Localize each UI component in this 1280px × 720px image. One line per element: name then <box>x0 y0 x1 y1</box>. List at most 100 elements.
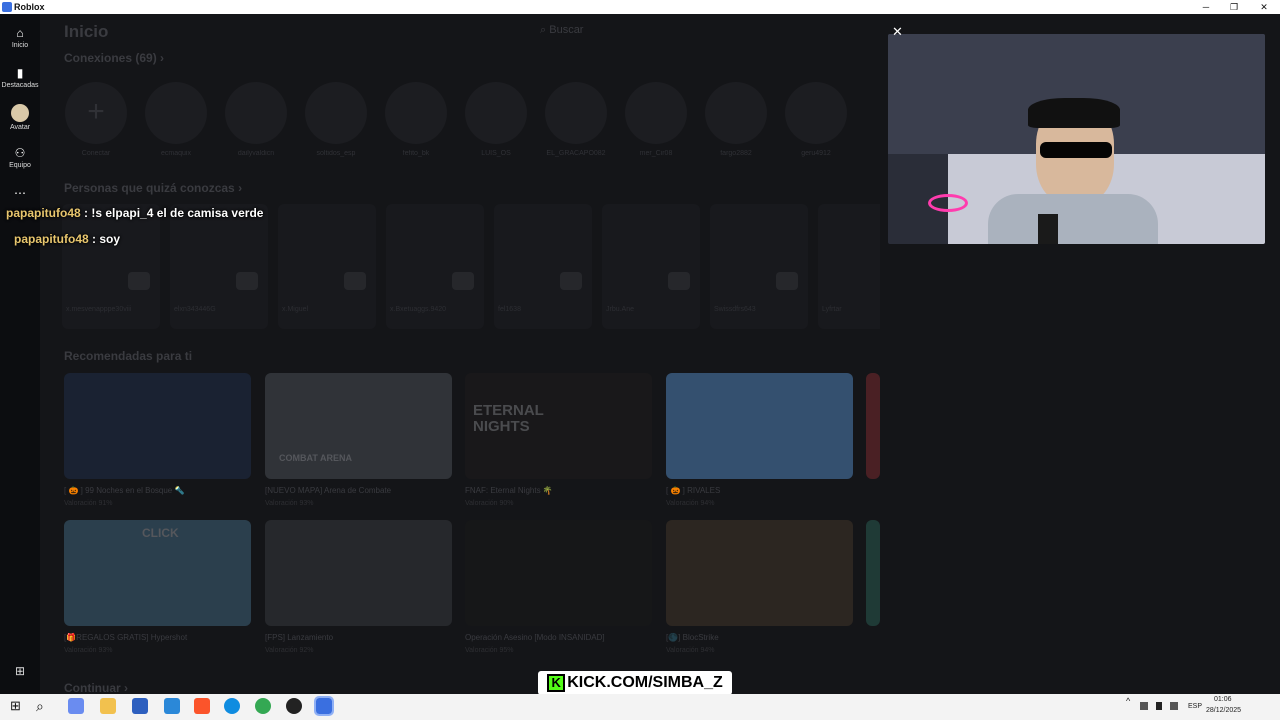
avatar <box>385 82 447 144</box>
person-card[interactable]: x.Miguel <box>278 204 376 329</box>
tray-chevron-icon[interactable]: ^ <box>1126 696 1130 706</box>
close-overlay-icon[interactable]: ✕ <box>892 24 903 40</box>
game-title[interactable]: [ 🎃 ] 99 Noches en el Bosque 🔦 <box>64 486 184 495</box>
store-icon[interactable] <box>132 698 148 714</box>
chart-icon: ▮ <box>16 66 24 80</box>
add-friend-icon[interactable] <box>452 272 474 290</box>
game-title[interactable]: [🌑] BlocStrike <box>666 633 719 642</box>
game-thumbnail[interactable] <box>64 373 251 479</box>
minimize-button[interactable]: ─ <box>1192 0 1220 14</box>
add-friend-icon[interactable] <box>236 272 258 290</box>
connection-item[interactable]: mer_Cir08 <box>624 82 688 162</box>
search-icon[interactable]: ⌕ <box>36 698 52 714</box>
edge-icon[interactable] <box>224 698 240 714</box>
game-title[interactable]: FNAF: Eternal Nights 🌴 <box>465 486 553 495</box>
sidebar: ⌂ Inicio ▮ Destacadas Avatar ⚇ Equipo ⋯ … <box>0 14 40 694</box>
game-title[interactable]: [FPS] Lanzamiento <box>265 633 333 642</box>
connections-title: Conexiones (69) <box>64 51 157 65</box>
search-icon: ⌕ <box>540 24 547 36</box>
avatar <box>225 82 287 144</box>
game-rating: Valoración 92% <box>265 647 314 654</box>
add-friend-icon[interactable] <box>128 272 150 290</box>
obs-icon[interactable] <box>286 698 302 714</box>
game-thumbnail[interactable] <box>666 373 853 479</box>
kick-logo-icon: K <box>547 673 566 692</box>
thumbnail-text: CLICK <box>142 526 179 540</box>
roblox-taskbar-icon[interactable] <box>314 696 334 716</box>
clock-time[interactable]: 01:06 <box>1214 696 1232 703</box>
person-card[interactable]: fel1638 <box>494 204 592 329</box>
continue-heading[interactable]: Continuar › <box>64 681 128 694</box>
connection-name: soltidos_esp <box>316 150 356 157</box>
game-thumbnail[interactable] <box>666 520 853 626</box>
webcam-overlay <box>888 34 1265 244</box>
language-indicator[interactable]: ESP <box>1188 703 1202 710</box>
game-thumbnail[interactable] <box>866 373 880 479</box>
person-card[interactable]: elxn343446G <box>170 204 268 329</box>
game-thumbnail[interactable] <box>866 520 880 626</box>
chevron-right-icon: › <box>160 51 165 65</box>
copilot-icon[interactable] <box>68 698 84 714</box>
person-name: elxn343446G <box>174 306 216 313</box>
person-card[interactable]: Lyfrtar <box>818 204 880 329</box>
add-friend-icon[interactable] <box>668 272 690 290</box>
network-icon[interactable] <box>1140 702 1148 710</box>
connection-item[interactable]: dailyvaldicn <box>224 82 288 162</box>
start-button[interactable]: ⊞ <box>10 698 26 714</box>
connection-name: fefito_bk <box>402 150 430 157</box>
game-thumbnail[interactable]: CLICK <box>64 520 251 626</box>
sidebar-item-destacadas[interactable]: ▮ Destacadas <box>0 60 40 98</box>
file-explorer-icon[interactable] <box>100 698 116 714</box>
windows-menu-icon[interactable]: ⊞ <box>0 664 40 686</box>
person-name: x.mesvenapppe30viii <box>66 306 132 313</box>
add-friend-icon[interactable] <box>560 272 582 290</box>
connection-item[interactable]: fargo2882 <box>704 82 768 162</box>
chrome-icon[interactable] <box>255 698 271 714</box>
game-thumbnail[interactable] <box>465 520 652 626</box>
clock-date[interactable]: 28/12/2025 <box>1206 707 1241 714</box>
person-name: Lyfrtar <box>822 306 842 313</box>
search-input[interactable]: ⌕ Buscar <box>540 24 790 42</box>
add-friend-icon[interactable] <box>344 272 366 290</box>
recommended-title: Recomendadas para ti <box>64 349 193 363</box>
person-card[interactable]: x.mesvenapppe30viii <box>62 204 160 329</box>
roblox-icon <box>2 2 12 12</box>
connections-heading[interactable]: Conexiones (69) › <box>64 51 164 65</box>
connection-item[interactable]: geru4912 <box>784 82 848 162</box>
sidebar-item-avatar[interactable]: Avatar <box>0 100 40 138</box>
connection-item[interactable]: EL_GRACAPO082 <box>544 82 608 162</box>
volume-icon[interactable] <box>1170 702 1178 710</box>
sidebar-item-equipo[interactable]: ⚇ Equipo <box>0 140 40 178</box>
connection-item[interactable]: fefito_bk <box>384 82 448 162</box>
game-thumbnail[interactable] <box>265 520 452 626</box>
sidebar-item-inicio[interactable]: ⌂ Inicio <box>0 20 40 58</box>
person-card[interactable]: x.Bxetuaggs.9420 <box>386 204 484 329</box>
thumbnail-text: ETERNAL NIGHTS <box>473 402 544 435</box>
person-name: Swissdfrs643 <box>714 306 756 313</box>
sidebar-item-label: Inicio <box>11 42 29 49</box>
add-connection-button[interactable]: + Conectar <box>64 82 128 162</box>
people-heading[interactable]: Personas que quizá conozcas › <box>64 181 242 195</box>
brave-icon[interactable] <box>194 698 210 714</box>
person-card[interactable]: Jrbu.Ane <box>602 204 700 329</box>
maximize-button[interactable]: ❐ <box>1220 0 1248 14</box>
game-thumbnail[interactable]: COMBAT ARENA <box>265 373 452 479</box>
sunglasses <box>1040 142 1112 158</box>
game-title[interactable]: [ 🎃 ] RIVALES <box>666 486 720 495</box>
close-window-button[interactable]: ✕ <box>1250 0 1278 14</box>
battery-icon[interactable] <box>1156 702 1162 710</box>
connection-name: geru4912 <box>801 150 831 157</box>
game-title[interactable]: [NUEVO MAPA] Arena de Combate <box>265 486 391 495</box>
game-thumbnail[interactable]: ETERNAL NIGHTS <box>465 373 652 479</box>
game-title[interactable]: [🎁REGALOS GRATIS] Hypershot <box>64 633 187 642</box>
app-icon[interactable] <box>164 698 180 714</box>
person-card[interactable]: Swissdfrs643 <box>710 204 808 329</box>
avatar <box>465 82 527 144</box>
game-title[interactable]: Operación Asesino [Modo INSANIDAD] <box>465 633 605 642</box>
game-rating: Valoración 95% <box>465 647 514 654</box>
add-friend-icon[interactable] <box>776 272 798 290</box>
connection-item[interactable]: ecmaquix <box>144 82 208 162</box>
avatar <box>785 82 847 144</box>
connection-item[interactable]: LUIS_OS <box>464 82 528 162</box>
connection-item[interactable]: soltidos_esp <box>304 82 368 162</box>
